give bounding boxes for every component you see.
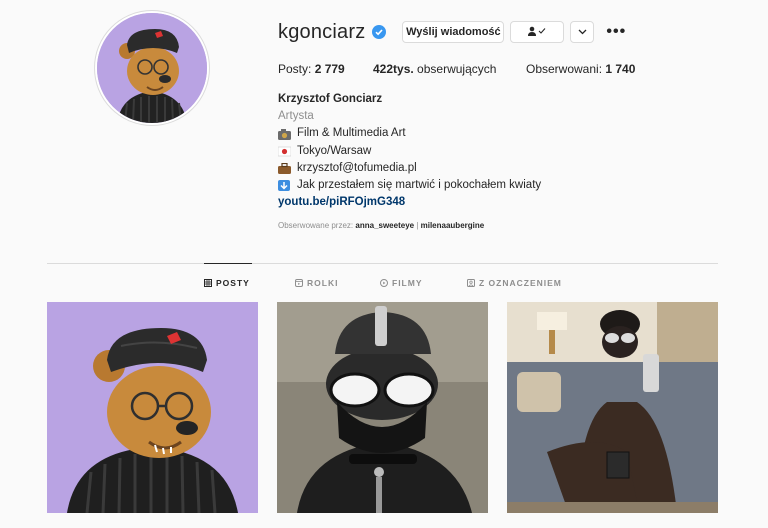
tab-videos[interactable]: FILMY (380, 278, 423, 288)
bio-line: Tokyo/Warsaw (277, 143, 541, 160)
bio-line: Jak przestałem się martwić i pokochałem … (278, 177, 541, 194)
username: kgonciarz (278, 20, 366, 43)
bio-line: krzysztof@tofumedia.pl (278, 160, 541, 177)
bio-line-text: krzysztof@tofumedia.pl (297, 161, 417, 174)
bio-line-text: Tokyo/Warsaw (297, 144, 372, 157)
active-tab-indicator (204, 263, 252, 264)
following-count[interactable]: Obserwowani: 1 740 (526, 62, 635, 76)
posts-value: 2 779 (314, 62, 345, 76)
bio-external-link[interactable]: youtu.be/piRFOjmG348 (278, 194, 541, 211)
japan-flag-icon (277, 146, 292, 157)
bio-line-text: Film & Multimedia Art (297, 127, 406, 140)
posts-count: Posty: 2 779 (278, 62, 373, 76)
chevron-down-icon (578, 26, 587, 38)
tab-label: Z OZNACZENIEM (479, 278, 562, 288)
posts-label: Posty: (278, 62, 312, 76)
followed-by-user-link[interactable]: milenaaubergine (421, 221, 485, 230)
following-value: 1 740 (605, 62, 636, 76)
tab-tagged[interactable]: Z OZNACZENIEM (467, 278, 562, 288)
person-check-icon (528, 26, 546, 39)
profile-header-row: kgonciarz Wyślij wiadomość ••• (278, 18, 626, 46)
tag-icon (467, 279, 475, 287)
more-options-icon[interactable]: ••• (606, 23, 626, 41)
profile-stats: Posty: 2 779 422tys. obserwujących Obser… (278, 62, 635, 76)
avatar-image (97, 13, 207, 123)
tabs-divider (47, 263, 718, 264)
followed-by-user-link[interactable]: anna_sweeteye (355, 221, 414, 230)
followers-label: obserwujących (417, 62, 497, 76)
followers-count[interactable]: 422tys. obserwujących (373, 62, 526, 76)
post-thumbnail-bear-illustration[interactable] (47, 302, 258, 513)
profile-avatar[interactable] (94, 10, 210, 126)
full-name: Krzysztof Gonciarz (278, 93, 383, 105)
bio-line-text: Jak przestałem się martwić i pokochałem … (297, 179, 542, 192)
post-thumbnail-hotel-room[interactable] (507, 302, 718, 513)
send-message-button[interactable]: Wyślij wiadomość (402, 21, 505, 43)
verified-badge-icon (372, 25, 387, 39)
bio-line: Film & Multimedia Art (278, 125, 541, 142)
following-button[interactable] (510, 21, 565, 43)
reels-icon (295, 279, 303, 287)
profile-bio: Krzysztof Gonciarz Artysta Film & Multim… (277, 91, 541, 211)
grid-icon (204, 279, 212, 287)
tab-label: POSTY (216, 278, 250, 288)
tab-label: ROLKI (307, 278, 339, 288)
followed-by-text: Obserwowane przez: anna_sweeteye | milen… (278, 221, 484, 230)
category-label: Artysta (278, 110, 314, 123)
tab-label: FILMY (392, 278, 423, 288)
following-label: Obserwowani: (526, 62, 603, 76)
tab-reels[interactable]: ROLKI (295, 278, 338, 288)
suggestions-button[interactable] (570, 21, 595, 43)
tab-posts[interactable]: POSTY (204, 278, 250, 288)
post-thumbnail-masked-selfie[interactable] (277, 302, 488, 513)
followers-value: 422tys. (373, 62, 414, 76)
down-arrow-emoji-icon (278, 180, 291, 192)
play-icon (380, 279, 388, 287)
followed-by-label: Obserwowane przez: (278, 221, 354, 230)
camera-emoji-icon (278, 128, 291, 140)
briefcase-emoji-icon (278, 162, 291, 174)
